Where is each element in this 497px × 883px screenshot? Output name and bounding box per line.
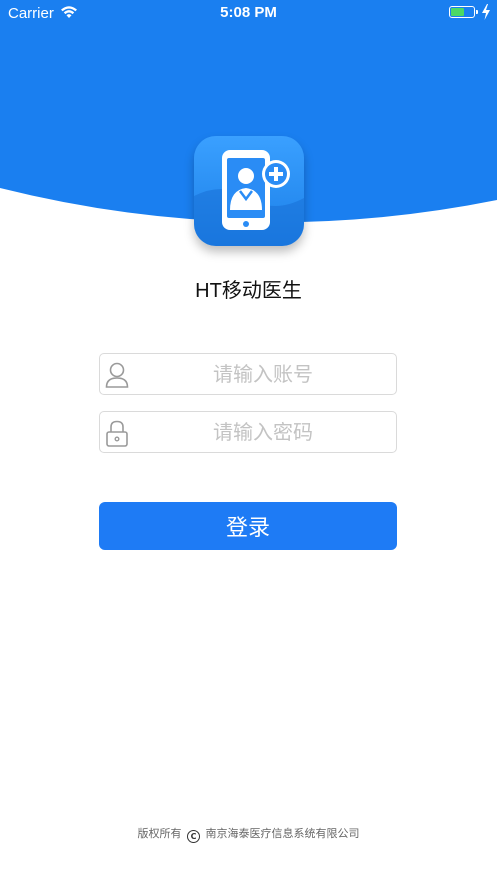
status-bar: Carrier 5:08 PM <box>0 0 497 28</box>
password-field[interactable] <box>99 411 397 453</box>
copyright-prefix: 版权所有 <box>137 827 182 840</box>
username-input[interactable] <box>134 354 392 394</box>
app-name: HT移动医生 <box>195 280 302 302</box>
status-time: 5:08 PM <box>220 4 277 21</box>
user-icon <box>105 362 129 388</box>
password-input[interactable] <box>134 412 392 452</box>
login-button[interactable]: 登录 <box>99 502 397 550</box>
lock-icon <box>106 420 128 447</box>
company-name: 南京海泰医疗信息系统有限公司 <box>205 827 360 840</box>
copyright-footer: 版权所有 C 南京海泰医疗信息系统有限公司 <box>0 825 497 843</box>
battery-icon <box>449 6 478 18</box>
copyright-icon: C <box>187 830 200 843</box>
charging-bolt-icon <box>482 4 490 20</box>
doctor-phone-plus-icon <box>194 150 304 246</box>
username-field[interactable] <box>99 353 397 395</box>
battery-level <box>451 8 465 16</box>
app-logo <box>194 136 304 246</box>
